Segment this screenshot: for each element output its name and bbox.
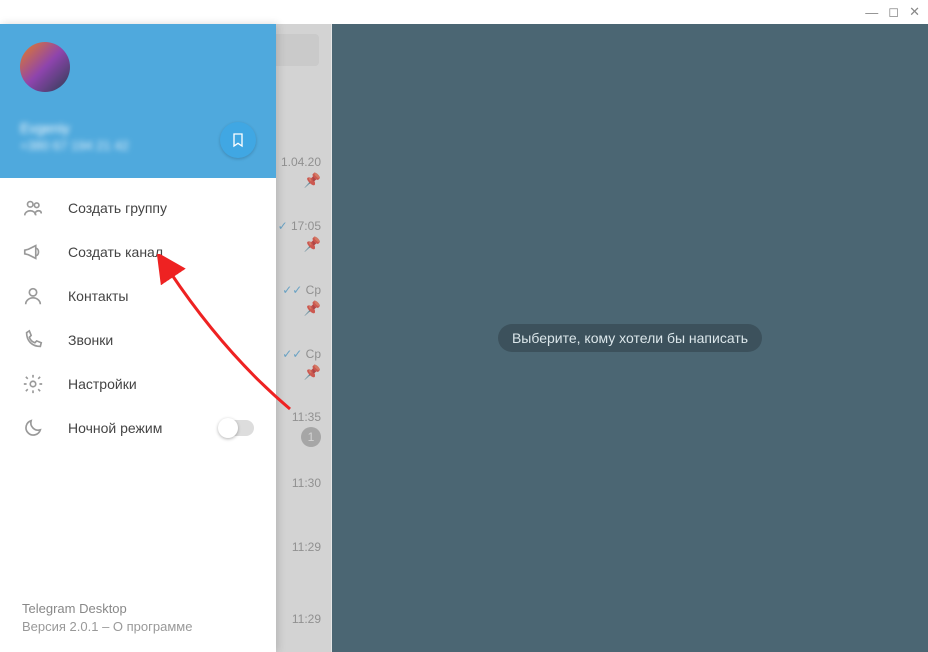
menu-label: Контакты (68, 288, 128, 304)
menu-new-group[interactable]: Создать группу (0, 186, 276, 230)
settings-icon (22, 373, 44, 395)
menu-new-channel[interactable]: Создать канал (0, 230, 276, 274)
menu-settings[interactable]: Настройки (0, 362, 276, 406)
main-area: Выберите, кому хотели бы написать (332, 24, 928, 652)
menu-label: Ночной режим (68, 420, 162, 436)
saved-messages-button[interactable] (220, 122, 256, 158)
close-button[interactable]: ✕ (909, 4, 920, 20)
app-name: Telegram Desktop (22, 601, 254, 616)
drawer-menu: Создать группу Создать канал Контакты Зв… (0, 178, 276, 587)
minimize-button[interactable]: — (865, 5, 878, 20)
user-avatar[interactable] (20, 42, 70, 92)
menu-calls[interactable]: Звонки (0, 318, 276, 362)
menu-night-mode[interactable]: Ночной режим (0, 406, 276, 450)
empty-state-hint: Выберите, кому хотели бы написать (498, 324, 762, 352)
menu-label: Звонки (68, 332, 113, 348)
version-about[interactable]: Версия 2.0.1 – О программе (22, 619, 254, 634)
contact-icon (22, 285, 44, 307)
titlebar: — ◻ ✕ (0, 0, 928, 24)
side-drawer: Evgeniy +380 67 194 21 42 Создать группу… (0, 24, 276, 652)
maximize-button[interactable]: ◻ (888, 4, 899, 20)
drawer-header: Evgeniy +380 67 194 21 42 (0, 24, 276, 178)
menu-label: Создать канал (68, 244, 163, 260)
bookmark-icon (230, 132, 246, 148)
drawer-footer: Telegram Desktop Версия 2.0.1 – О програ… (0, 587, 276, 652)
menu-label: Настройки (68, 376, 137, 392)
night-mode-toggle[interactable] (220, 420, 254, 436)
moon-icon (22, 417, 44, 439)
group-icon (22, 197, 44, 219)
phone-icon (22, 329, 44, 351)
menu-contacts[interactable]: Контакты (0, 274, 276, 318)
megaphone-icon (22, 241, 44, 263)
menu-label: Создать группу (68, 200, 167, 216)
